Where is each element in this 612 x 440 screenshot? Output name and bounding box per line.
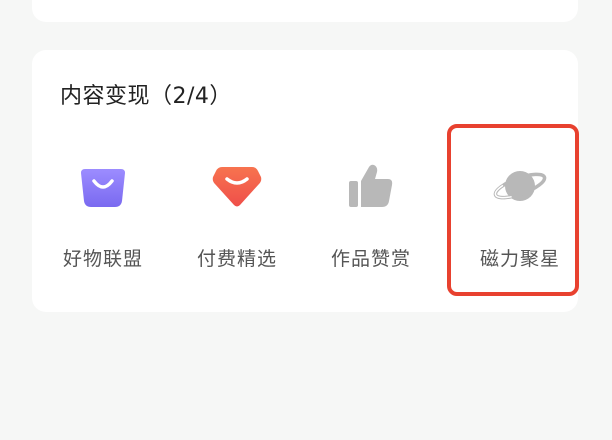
item-label: 磁力聚星 [479, 248, 560, 270]
shopping-bag-icon [75, 158, 131, 214]
item-label: 付费精选 [196, 248, 277, 270]
monetization-items: 好物联盟 付费精选 作品赞赏 磁力聚星 [32, 150, 578, 280]
item-zuopin-zanshang[interactable]: 作品赞赏 [304, 150, 438, 280]
item-cili-juxing[interactable]: 磁力聚星 [453, 150, 587, 280]
smile-gem-icon [209, 158, 265, 214]
content-monetization-card: 内容变现（2/4） 好物联盟 付费精选 作品赞赏 磁力聚星 [32, 50, 578, 312]
previous-card [32, 0, 578, 22]
item-fufei-jingxuan[interactable]: 付费精选 [170, 150, 304, 280]
item-haowu-lianmeng[interactable]: 好物联盟 [36, 150, 170, 280]
thumbs-up-icon [343, 158, 399, 214]
planet-icon [492, 158, 548, 214]
section-title: 内容变现（2/4） [60, 84, 232, 109]
item-label: 作品赞赏 [330, 248, 411, 270]
item-label: 好物联盟 [62, 248, 143, 270]
